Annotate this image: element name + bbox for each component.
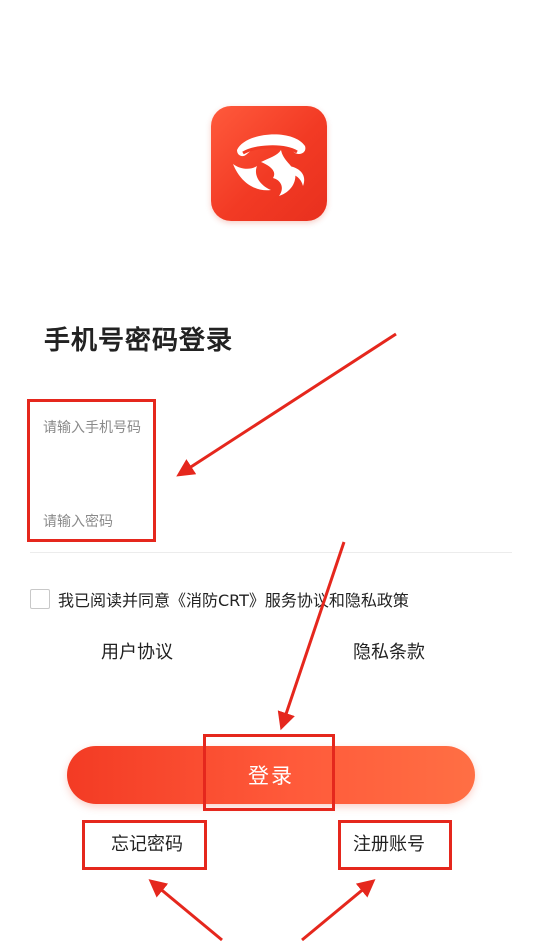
agreement-checkbox[interactable] — [30, 589, 50, 609]
forgot-password-link[interactable]: 忘记密码 — [111, 830, 183, 856]
login-button-label: 登录 — [248, 764, 294, 788]
login-page: 手机号密码登录 我已阅读并同意《消防CRT》服务协议和隐私政策 用户协议 隐私条… — [0, 0, 545, 952]
user-agreement-link[interactable]: 用户协议 — [101, 638, 173, 664]
phone-input[interactable] — [43, 412, 513, 444]
annotation-arrow-to-login — [277, 541, 346, 731]
fire-bird-logo-icon — [233, 134, 306, 196]
register-link[interactable]: 注册账号 — [353, 830, 425, 856]
password-input[interactable] — [43, 506, 513, 538]
form-divider — [30, 552, 512, 553]
app-logo-icon — [211, 106, 327, 221]
login-button[interactable]: 登录 — [67, 746, 475, 804]
page-title: 手机号密码登录 — [44, 326, 234, 356]
annotation-arrow-to-register — [301, 879, 376, 942]
annotation-arrow-to-forgot — [148, 879, 223, 942]
agreement-row: 我已阅读并同意《消防CRT》服务协议和隐私政策 — [30, 587, 409, 611]
privacy-policy-link[interactable]: 隐私条款 — [353, 638, 425, 664]
agreement-text[interactable]: 我已阅读并同意《消防CRT》服务协议和隐私政策 — [58, 587, 409, 611]
